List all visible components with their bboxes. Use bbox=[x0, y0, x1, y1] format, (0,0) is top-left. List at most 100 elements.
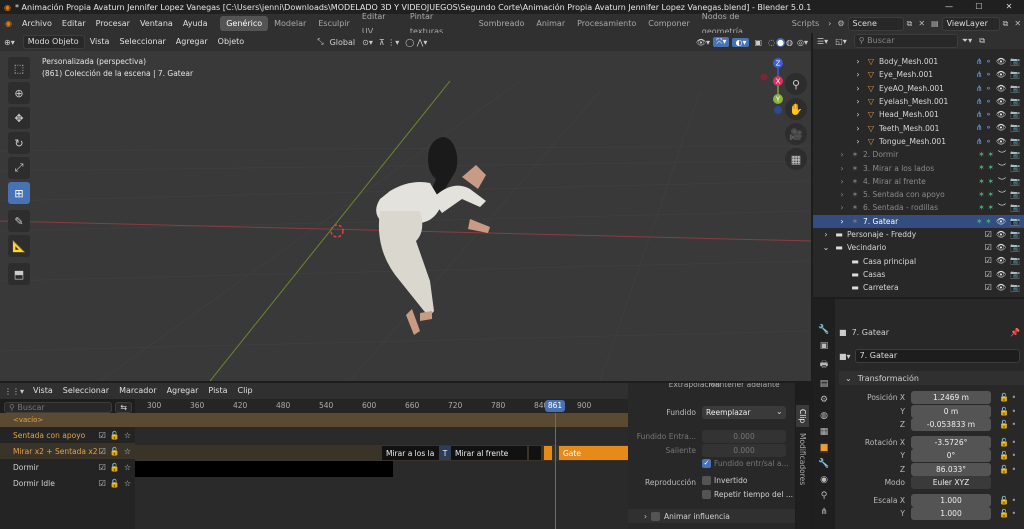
perspective-grid-icon[interactable]: ▦ bbox=[785, 148, 807, 170]
world-tab-icon[interactable]: ◍ bbox=[820, 411, 828, 421]
outliner-search[interactable]: ⚲ Buscar bbox=[853, 34, 958, 48]
eye-icon[interactable]: 👁 bbox=[996, 70, 1006, 79]
transform-tool-icon[interactable]: ⊞ bbox=[8, 182, 30, 204]
render-camera-icon[interactable]: 📷 bbox=[1010, 163, 1020, 172]
current-frame-indicator[interactable]: 861 bbox=[545, 400, 565, 412]
animate-influence-header[interactable]: › Animar influencia bbox=[628, 509, 795, 523]
nla-strip-area[interactable]: Mirar a los la T Mirar al frente Gate bbox=[135, 413, 628, 529]
overlay-toggle-icon[interactable]: ◐▾ bbox=[732, 37, 750, 47]
outliner-row[interactable]: › ▽ Teeth_Mesh.001 ⋔ ⚬ 👁 📷 bbox=[813, 121, 1024, 134]
eye-icon[interactable]: 👁 bbox=[996, 123, 1006, 132]
swap-icon[interactable]: ⇆ bbox=[115, 401, 132, 413]
annotate-tool-icon[interactable]: ✎ bbox=[8, 210, 30, 232]
xray-icon[interactable]: ▣ bbox=[749, 38, 767, 47]
nla-menu-marcador[interactable]: Marcador bbox=[114, 383, 161, 399]
new-scene-icon[interactable]: ⧉ bbox=[904, 19, 916, 29]
eye-icon[interactable]: 👁 bbox=[996, 230, 1006, 239]
eye-icon[interactable]: 👁 bbox=[996, 97, 1006, 106]
filter-icon[interactable]: ⏷▾ bbox=[958, 36, 976, 46]
lock-icon[interactable]: 🔓 • bbox=[999, 420, 1016, 429]
lock-icon[interactable]: 🔓 • bbox=[999, 496, 1016, 505]
track-solo-star-icon[interactable]: ☆ bbox=[124, 447, 131, 456]
lock-icon[interactable]: 🔓 • bbox=[999, 509, 1016, 518]
render-camera-icon[interactable]: 📷 bbox=[1010, 190, 1020, 199]
location-y-field[interactable]: 0 m bbox=[911, 404, 991, 418]
eye-icon[interactable]: 👁 bbox=[996, 270, 1006, 279]
blend-selector[interactable]: Reemplazar bbox=[702, 406, 786, 419]
scene-selector[interactable]: Scene bbox=[847, 16, 904, 31]
chevron-right-icon[interactable]: › bbox=[853, 84, 863, 93]
chevron-right-icon[interactable]: › bbox=[825, 19, 834, 28]
eye-icon[interactable]: 👁 bbox=[996, 243, 1006, 252]
blend-in-field[interactable]: 0.000 bbox=[702, 430, 786, 443]
cursor-tool-icon[interactable]: ⊕ bbox=[8, 82, 30, 104]
auto-blend-checkbox-icon[interactable]: ✓ bbox=[702, 459, 711, 468]
outliner-row[interactable]: › ▽ Eyelash_Mesh.001 ⋔ ⚬ 👁 📷 bbox=[813, 95, 1024, 108]
workspace-tab-procesamiento[interactable]: Procesamiento bbox=[571, 16, 642, 31]
render-camera-icon[interactable]: 📷 bbox=[1010, 57, 1020, 66]
track-solo-star-icon[interactable]: ☆ bbox=[124, 431, 131, 440]
tool-tab-icon[interactable]: 🔧 bbox=[818, 325, 829, 335]
orientation-selector[interactable]: Global bbox=[326, 38, 360, 47]
chevron-right-icon[interactable]: › bbox=[853, 137, 863, 146]
maximize-icon[interactable]: ☐ bbox=[964, 0, 994, 14]
mode-selector[interactable]: Modo Objeto bbox=[22, 35, 85, 49]
outliner-row[interactable]: ▬ Casa principal ☑ 👁 📷 bbox=[813, 254, 1024, 267]
lock-icon[interactable]: 🔓 • bbox=[999, 451, 1016, 460]
workspace-tab-componer[interactable]: Componer bbox=[642, 16, 696, 31]
chevron-right-icon[interactable]: › bbox=[837, 203, 847, 212]
proportional-edit-icon[interactable]: ◯ ⋀▾ bbox=[402, 38, 430, 47]
wireframe-shading-icon[interactable]: ◌ bbox=[767, 38, 776, 47]
camera-icon[interactable]: 🎥 bbox=[785, 123, 807, 145]
lock-icon[interactable]: 🔓 • bbox=[999, 393, 1016, 402]
workspace-tab-scripts[interactable]: Scripts bbox=[786, 16, 825, 31]
nla-strip-orange-small[interactable] bbox=[544, 446, 552, 460]
outliner-row[interactable]: › ✶ 3. Mirar a los lados ✶ ✶ ︶ 📷 bbox=[813, 161, 1024, 174]
object-tab-icon[interactable]: ■ bbox=[819, 443, 829, 453]
menu-archivo[interactable]: Archivo bbox=[17, 14, 57, 33]
tab-modificadores[interactable]: Modificadores bbox=[796, 427, 809, 491]
outliner-row[interactable]: ▬ Carretera ☑ 👁 📷 bbox=[813, 281, 1024, 294]
render-camera-icon[interactable]: 📷 bbox=[1010, 123, 1020, 132]
outliner-row[interactable]: › ▽ Body_Mesh.001 ⋔ ⚬ 👁 📷 bbox=[813, 55, 1024, 68]
nla-strip-mirar-lados[interactable]: Mirar a los la bbox=[382, 446, 440, 460]
track-lock-icon[interactable]: 🔓 bbox=[110, 431, 120, 440]
3d-cursor-icon[interactable] bbox=[330, 224, 344, 238]
viewport-menu-objeto[interactable]: Objeto bbox=[213, 33, 250, 51]
scale-x-field[interactable]: 1.000 bbox=[911, 493, 991, 507]
blend-out-field[interactable]: 0.000 bbox=[702, 444, 786, 457]
cyclic-checkbox-icon[interactable] bbox=[702, 490, 711, 499]
nla-track[interactable]: Dormir Idle ☑ 🔓 ☆ bbox=[0, 475, 135, 491]
view-layer-tab-icon[interactable]: ▤ bbox=[820, 379, 829, 389]
new-view-layer-icon[interactable]: ⧉ bbox=[1000, 19, 1012, 29]
material-shading-icon[interactable]: ◍ bbox=[785, 38, 794, 47]
chevron-right-icon[interactable]: › bbox=[821, 230, 831, 239]
character-model[interactable] bbox=[376, 137, 490, 335]
eye-icon[interactable]: 👁 bbox=[996, 283, 1006, 292]
chevron-right-icon[interactable]: › bbox=[837, 150, 847, 159]
display-mode-icon[interactable]: ◱▾ bbox=[832, 37, 850, 46]
outliner-row[interactable]: ⌄ ▬ Vecindario ☑ 👁 📷 bbox=[813, 241, 1024, 254]
nla-menu-agregar[interactable]: Agregar bbox=[162, 383, 204, 399]
eye-icon[interactable]: 👁 bbox=[996, 110, 1006, 119]
tab-clip[interactable]: Clip bbox=[796, 405, 809, 428]
object-data-icon[interactable]: ■▾ bbox=[839, 352, 851, 361]
track-solo-star-icon[interactable]: ☆ bbox=[124, 479, 131, 488]
nla-search[interactable]: ⚲ Buscar bbox=[4, 401, 113, 413]
physics-tab-icon[interactable]: ◉ bbox=[820, 475, 828, 485]
nla-strip-gatear[interactable]: Gate bbox=[559, 446, 628, 460]
outliner-row[interactable]: › ✶ 6. Sentada - rodillas ✶ ✶ ︶ 📷 bbox=[813, 201, 1024, 214]
viewport-menu-seleccionar[interactable]: Seleccionar bbox=[114, 33, 170, 51]
track-lock-icon[interactable]: 🔓 bbox=[110, 479, 120, 488]
output-tab-icon[interactable]: 🖶 bbox=[820, 357, 829, 373]
render-camera-icon[interactable]: 📷 bbox=[1010, 97, 1020, 106]
render-camera-icon[interactable]: 📷 bbox=[1010, 137, 1020, 146]
nla-transition-strip[interactable]: T bbox=[439, 446, 451, 460]
chevron-right-icon[interactable]: › bbox=[837, 217, 847, 226]
hidden-eye-icon[interactable]: ︶ bbox=[998, 189, 1006, 200]
rotation-z-field[interactable]: 86.033° bbox=[911, 462, 991, 476]
select-box-tool-icon[interactable]: ⬚ bbox=[8, 57, 30, 79]
outliner-row[interactable]: › ▽ Tongue_Mesh.001 ⋔ ⚬ 👁 📷 bbox=[813, 135, 1024, 148]
hidden-eye-icon[interactable]: ︶ bbox=[998, 162, 1006, 173]
reversed-checkbox-icon[interactable] bbox=[702, 476, 711, 485]
